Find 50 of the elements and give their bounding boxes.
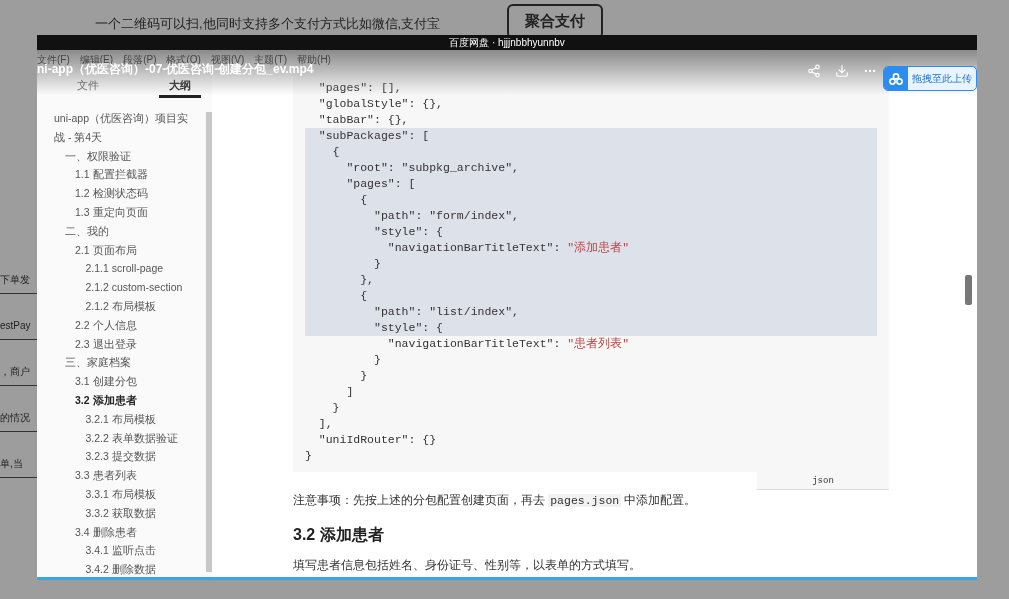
code-line: "globalStyle": {},: [317, 96, 445, 112]
outline-item[interactable]: 1.1 配置拦截器: [54, 165, 194, 185]
note-text: 注意事项：先按上述的分包配置创建页面，再去 pages.json 中添加配置。: [293, 493, 698, 509]
outline-item[interactable]: 3.3 患者列表: [54, 466, 194, 485]
outline-item[interactable]: 2.1.2 布局模板: [54, 296, 194, 316]
mindmap-text: 一个二维码可以扫,他同时支持多个支付方式比如微信,支付宝: [95, 15, 441, 33]
scrollbar[interactable]: [206, 112, 212, 572]
section-heading: 3.2 添加患者: [293, 525, 385, 546]
outline-item[interactable]: 一、权限验证: [54, 146, 194, 166]
code-language-label: json: [757, 472, 889, 490]
scrollbar-thumb[interactable]: [965, 275, 972, 305]
download-icon[interactable]: [835, 64, 849, 78]
window-title: 百度网盘 · hjjjnbbhyunnbv: [449, 36, 565, 50]
outline-item[interactable]: 3.2 添加患者: [54, 390, 194, 410]
outline-item[interactable]: 2.3 退出登录: [54, 334, 194, 354]
outline-item[interactable]: 2.2 个人信息: [54, 315, 194, 335]
cloud-icon: [889, 72, 903, 85]
sidebar-tab[interactable]: 文件: [67, 79, 109, 98]
code-line: ],: [317, 416, 334, 432]
code-line: "uniIdRouter": {}: [317, 432, 438, 448]
paragraph-text: 填写患者信息包括姓名、身份证号、性别等，以表单的方式填写。: [293, 558, 642, 574]
outline-item[interactable]: 1.3 重定向页面: [54, 203, 194, 222]
upload-button[interactable]: 拖拽至此上传: [883, 66, 977, 91]
code-line: "pages": [],: [317, 80, 403, 96]
menu-item[interactable]: 文件(F): [37, 52, 70, 67]
outline-item[interactable]: 3.4.2 删除数据: [54, 560, 194, 577]
outline-item[interactable]: 2.1.2 custom-section: [54, 278, 194, 297]
outline-item[interactable]: 三、家庭档案: [54, 353, 194, 373]
outline-item[interactable]: 3.2.2 表单数据验证: [54, 428, 194, 448]
code-line: }: [373, 352, 382, 368]
outline-item[interactable]: 2.1 页面布局: [54, 240, 194, 260]
code-line: }: [359, 368, 369, 384]
code-line: }: [305, 448, 313, 464]
outline-item[interactable]: 3.3.1 布局模板: [54, 484, 194, 504]
outline-item[interactable]: 3.4.1 监听点击: [54, 541, 194, 561]
code-line: "navigationBarTitleText": "患者列表": [386, 336, 631, 352]
code-line: "tabBar": {},: [317, 112, 410, 128]
outline-item[interactable]: 3.1 创建分包: [54, 372, 194, 391]
outline-item[interactable]: 3.3.2 获取数据: [54, 503, 194, 523]
code-line: ]: [345, 384, 355, 400]
outline-item[interactable]: 3.2.3 提交数据: [54, 447, 194, 467]
outline-item[interactable]: 二、我的: [54, 221, 194, 241]
outline-item[interactable]: 2.1.1 scroll-page: [54, 259, 194, 279]
outline-item[interactable]: uni-app（优医咨询）项目实战 - 第4天: [54, 109, 194, 147]
outline-item[interactable]: 3.4 删除患者: [54, 522, 194, 542]
outline-item[interactable]: 3.2.1 布局模板: [54, 409, 194, 429]
outline-item[interactable]: 1.2 检测状态码: [54, 184, 194, 203]
share-icon[interactable]: [807, 64, 821, 78]
code-line: }: [331, 400, 341, 416]
sidebar-tab[interactable]: 大纲: [159, 79, 201, 98]
